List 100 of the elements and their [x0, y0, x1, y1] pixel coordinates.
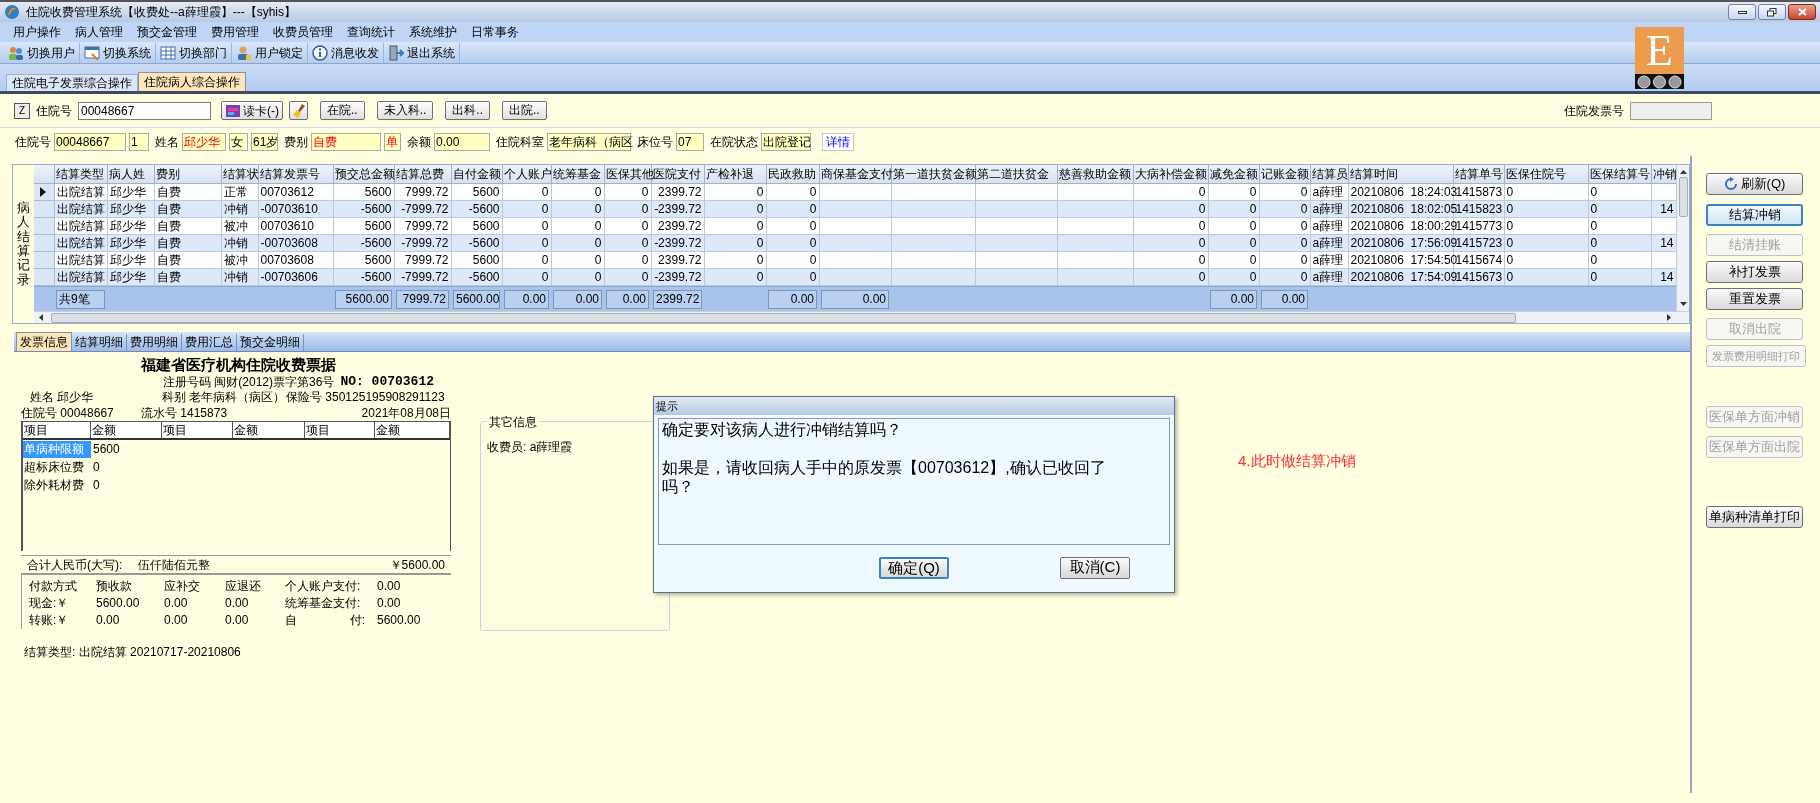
column-header[interactable]: 第二道扶贫金: [975, 165, 1057, 184]
payment-text: 0.00: [225, 611, 250, 629]
table-cell: 7999.72: [394, 217, 451, 235]
menu-item[interactable]: 日常事务: [464, 23, 526, 41]
column-header[interactable]: 结算员: [1310, 165, 1348, 184]
input-field[interactable]: 1: [129, 133, 149, 151]
menu-item[interactable]: 查询统计: [340, 23, 402, 41]
menu-item[interactable]: 用户操作: [6, 23, 68, 41]
table-cell[interactable]: 除外耗材费: [23, 476, 91, 494]
toolbar-button[interactable]: 切换用户: [4, 42, 80, 63]
column-header[interactable]: 费别: [154, 165, 221, 184]
tab[interactable]: 结算明细: [72, 334, 127, 351]
scroll-thumb[interactable]: [51, 312, 1516, 323]
scroll-right-icon[interactable]: [1665, 314, 1673, 322]
action-button[interactable]: 补打发票: [1706, 261, 1803, 283]
dialog-button[interactable]: 确定(Q): [879, 557, 949, 579]
column-header[interactable]: 结算单号: [1453, 165, 1504, 184]
input-field[interactable]: [1630, 101, 1712, 120]
scroll-up-icon[interactable]: [1679, 167, 1687, 177]
card-icon: [225, 102, 241, 119]
table-cell: 出院结算: [54, 183, 107, 201]
column-header[interactable]: 医保结算号: [1588, 165, 1651, 184]
filter-button[interactable]: 出科..: [445, 101, 490, 120]
scroll-left-icon[interactable]: [37, 314, 45, 322]
close-button[interactable]: [1788, 4, 1816, 20]
minimize-button[interactable]: [1728, 4, 1756, 20]
tab[interactable]: 住院病人综合操作: [138, 72, 246, 91]
input-field[interactable]: 61岁: [251, 133, 278, 151]
menu-item[interactable]: 预交金管理: [130, 23, 204, 41]
horizontal-scrollbar[interactable]: [34, 311, 1689, 323]
action-button[interactable]: 重置发票: [1706, 288, 1803, 310]
column-header[interactable]: 第一道扶贫金额: [891, 165, 975, 184]
column-header[interactable]: 产检补退: [704, 165, 766, 184]
dialog-button[interactable]: 取消(C): [1060, 557, 1130, 579]
table-cell: 0: [1133, 200, 1208, 218]
table-cell: 0: [1588, 268, 1651, 286]
clear-button[interactable]: [289, 101, 308, 120]
filter-button[interactable]: 在院..: [320, 101, 365, 120]
payment-text: 0.00: [96, 611, 121, 629]
table-cell: 5600: [451, 251, 502, 269]
column-header[interactable]: 大病补偿金额: [1133, 165, 1208, 184]
table-cell: 0: [1504, 200, 1588, 218]
table-cell: 邱少华: [107, 268, 154, 286]
filter-button[interactable]: 出院..: [502, 101, 547, 120]
column-header[interactable]: 结算总费: [394, 165, 451, 184]
menu-item[interactable]: 费用管理: [204, 23, 266, 41]
menu-item[interactable]: 病人管理: [68, 23, 130, 41]
menu-item[interactable]: 系统维护: [402, 23, 464, 41]
vertical-scrollbar[interactable]: [1676, 165, 1689, 312]
toolbar-button[interactable]: 用户锁定: [232, 42, 308, 63]
total-amount: ￥5600.00: [389, 556, 445, 574]
input-field[interactable]: 00048667: [54, 133, 126, 151]
tab[interactable]: 住院电子发票综合操作: [6, 74, 138, 91]
table-cell[interactable]: 超标床位费: [23, 458, 91, 476]
details-link[interactable]: 详情: [822, 133, 854, 151]
input-field[interactable]: 老年病科（病区: [547, 133, 631, 151]
menu-item[interactable]: 收费员管理: [266, 23, 340, 41]
column-header[interactable]: 自付金额: [451, 165, 502, 184]
restore-button[interactable]: [1758, 4, 1786, 20]
tab[interactable]: 费用明细: [127, 334, 182, 351]
action-button[interactable]: 单病种清单打印: [1706, 506, 1803, 528]
column-header[interactable]: 医保住院号: [1504, 165, 1588, 184]
toolbar-button[interactable]: 切换部门: [156, 42, 232, 63]
user-lock-icon: [236, 44, 252, 61]
input-field[interactable]: 0.00: [434, 133, 490, 151]
action-button[interactable]: 刷新(Q): [1706, 173, 1803, 195]
input-field[interactable]: 00048667: [78, 101, 211, 120]
read-card-button[interactable]: 读卡(-): [221, 101, 283, 120]
input-field[interactable]: 邱少华: [182, 133, 226, 151]
input-field[interactable]: 出院登记: [761, 133, 811, 151]
column-header[interactable]: 结算时间: [1348, 165, 1453, 184]
toolbar-button[interactable]: 退出系统: [384, 42, 460, 63]
column-header[interactable]: 结算发票号: [258, 165, 333, 184]
input-field[interactable]: 单: [384, 133, 401, 151]
column-header[interactable]: 预交总金额: [333, 165, 394, 184]
column-header[interactable]: 慈善救助金额: [1057, 165, 1133, 184]
toolbar-button[interactable]: 切换系统: [80, 42, 156, 63]
column-header[interactable]: 结算状: [221, 165, 258, 184]
table-cell: 出院结算: [54, 268, 107, 286]
column-header[interactable]: 统筹基金: [551, 165, 604, 184]
column-header[interactable]: 商保基金支付: [819, 165, 891, 184]
toolbar-button[interactable]: 消息收发: [308, 42, 384, 63]
input-field[interactable]: 女: [229, 133, 248, 151]
table-cell: -00703608: [258, 234, 333, 252]
tab[interactable]: 费用汇总: [182, 334, 237, 351]
tab[interactable]: 发票信息: [16, 332, 72, 351]
table-cell: 5600: [451, 183, 502, 201]
scroll-thumb[interactable]: [1678, 177, 1688, 217]
filter-button[interactable]: 未入科..: [376, 101, 434, 120]
input-field[interactable]: 自费: [311, 133, 381, 151]
action-button[interactable]: 结算冲销: [1706, 204, 1803, 226]
column-header[interactable]: 病人姓: [107, 165, 154, 184]
column-header[interactable]: 个人账户: [502, 165, 551, 184]
column-header[interactable]: 结算类型: [54, 165, 107, 184]
z-button[interactable]: Z: [14, 102, 30, 119]
input-field[interactable]: 07: [676, 133, 704, 151]
column-header[interactable]: 减免金额: [1208, 165, 1259, 184]
tab[interactable]: 预交金明细: [237, 334, 304, 351]
column-header[interactable]: 记账金额: [1259, 165, 1310, 184]
column-header[interactable]: 民政救助: [766, 165, 819, 184]
